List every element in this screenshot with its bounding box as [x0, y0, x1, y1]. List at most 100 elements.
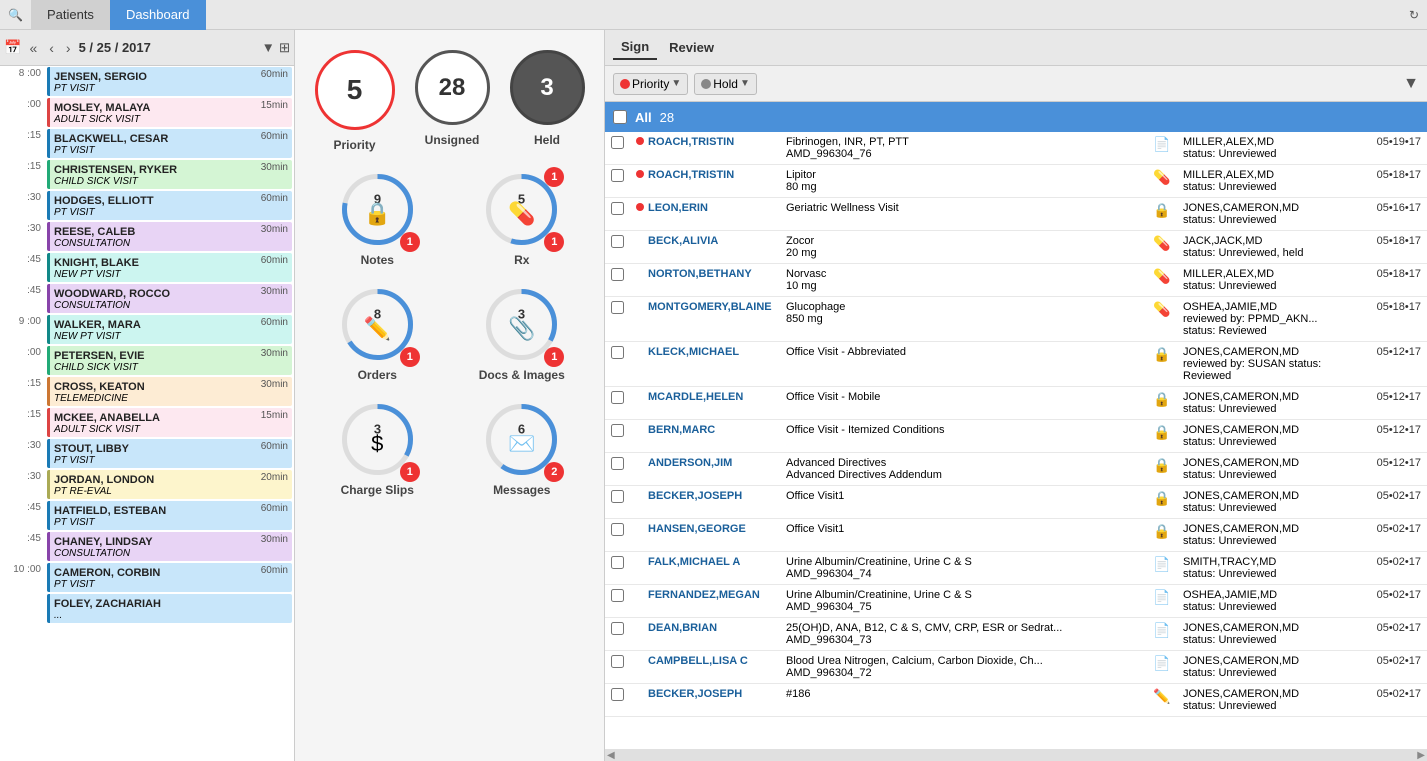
table-row[interactable]: MCARDLE,HELENOffice Visit - Mobile🔒JONES… — [605, 387, 1427, 420]
appointment-item[interactable]: CHANEY, LINDSAY30minCONSULTATION — [47, 532, 292, 561]
table-row[interactable]: MONTGOMERY,BLAINEGlucophage850 mg💊OSHEA,… — [605, 297, 1427, 342]
tab-dashboard[interactable]: Dashboard — [110, 0, 206, 30]
patient-name[interactable]: CAMPBELL,LISA C — [648, 655, 748, 667]
row-checkbox[interactable] — [611, 169, 624, 182]
patient-name[interactable]: MCARDLE,HELEN — [648, 391, 743, 403]
circle-item-orders[interactable]: 8 ✏️ 1Orders — [315, 287, 440, 382]
table-row[interactable]: LEON,ERINGeriatric Wellness Visit🔒JONES,… — [605, 198, 1427, 231]
appointment-item[interactable]: WOODWARD, ROCCO30minCONSULTATION — [47, 284, 292, 313]
table-row[interactable]: ANDERSON,JIMAdvanced DirectivesAdvanced … — [605, 453, 1427, 486]
schedule-grid-button[interactable]: ⊞ — [279, 40, 290, 56]
appointment-item[interactable]: CROSS, KEATON30minTELEMEDICINE — [47, 377, 292, 406]
row-checkbox[interactable] — [611, 490, 624, 503]
appointment-item[interactable]: MOSLEY, MALAYA15minADULT SICK VISIT — [47, 98, 292, 127]
table-row[interactable]: NORTON,BETHANYNorvasc10 mg💊MILLER,ALEX,M… — [605, 264, 1427, 297]
held-circle[interactable]: 3 — [510, 50, 585, 125]
patient-name[interactable]: ROACH,TRISTIN — [648, 136, 734, 148]
patient-name[interactable]: KLECK,MICHAEL — [648, 346, 739, 358]
table-row[interactable]: ROACH,TRISTINFibrinogen, INR, PT, PTTAMD… — [605, 132, 1427, 165]
appointment-item[interactable]: MCKEE, ANABELLA15minADULT SICK VISIT — [47, 408, 292, 437]
unsigned-circle[interactable]: 28 — [415, 50, 490, 125]
priority-circle[interactable]: 5 — [315, 50, 395, 130]
patient-name[interactable]: BECK,ALIVIA — [648, 235, 718, 247]
appointment-item[interactable]: JENSEN, SERGIO60minPT VISIT — [47, 67, 292, 96]
row-checkbox[interactable] — [611, 622, 624, 635]
review-button[interactable]: Review — [661, 36, 722, 59]
provider-name: JONES,CAMERON,MD — [1183, 202, 1351, 214]
appointment-item[interactable]: STOUT, LIBBY60minPT VISIT — [47, 439, 292, 468]
table-row[interactable]: BERN,MARCOffice Visit - Itemized Conditi… — [605, 420, 1427, 453]
row-checkbox[interactable] — [611, 136, 624, 149]
circle-item-charge[interactable]: 3 $ 1Charge Slips — [315, 402, 440, 497]
row-checkbox[interactable] — [611, 655, 624, 668]
circle-item-notes[interactable]: 9 🔒 1Notes — [315, 172, 440, 267]
row-checkbox[interactable] — [611, 268, 624, 281]
table-row[interactable]: ROACH,TRISTINLipitor80 mg💊MILLER,ALEX,MD… — [605, 165, 1427, 198]
nav-next-button[interactable]: › — [62, 38, 75, 58]
patient-name[interactable]: HANSEN,GEORGE — [648, 523, 746, 535]
patient-name[interactable]: BERN,MARC — [648, 424, 715, 436]
circle-item-docs[interactable]: 3 📎 1Docs & Images — [460, 287, 585, 382]
appointment-item[interactable]: BLACKWELL, CESAR60minPT VISIT — [47, 129, 292, 158]
select-all-checkbox[interactable] — [613, 110, 627, 124]
scroll-x-right-button[interactable]: ▶ — [1417, 750, 1425, 761]
right-filter-button[interactable]: ▼ — [1403, 75, 1419, 93]
patient-name[interactable]: MONTGOMERY,BLAINE — [648, 301, 772, 313]
row-checkbox[interactable] — [611, 202, 624, 215]
sign-button[interactable]: Sign — [613, 35, 657, 60]
appointment-item[interactable]: REESE, CALEB30minCONSULTATION — [47, 222, 292, 251]
table-row[interactable]: CAMPBELL,LISA CBlood Urea Nitrogen, Calc… — [605, 651, 1427, 684]
row-checkbox[interactable] — [611, 556, 624, 569]
table-row[interactable]: DEAN,BRIAN25(OH)D, ANA, B12, C & S, CMV,… — [605, 618, 1427, 651]
refresh-icon[interactable]: ↻ — [1409, 8, 1419, 22]
patient-name[interactable]: BECKER,JOSEPH — [648, 688, 742, 700]
schedule-filter-button[interactable]: ▼ — [262, 40, 275, 55]
table-row[interactable]: BECKER,JOSEPH#186✏️JONES,CAMERON,MDstatu… — [605, 684, 1427, 717]
nav-prev-button[interactable]: ‹ — [45, 38, 58, 58]
patient-name[interactable]: BECKER,JOSEPH — [648, 490, 742, 502]
appointment-item[interactable]: FOLEY, ZACHARIAH... — [47, 594, 292, 623]
calendar-icon[interactable]: 📅 — [4, 39, 21, 56]
row-checkbox[interactable] — [611, 688, 624, 701]
table-row[interactable]: FALK,MICHAEL AUrine Albumin/Creatinine, … — [605, 552, 1427, 585]
appointment-item[interactable]: KNIGHT, BLAKE60minNEW PT VISIT — [47, 253, 292, 282]
patient-name[interactable]: LEON,ERIN — [648, 202, 708, 214]
search-button[interactable]: 🔍 — [0, 8, 31, 22]
appointment-item[interactable]: PETERSEN, EVIE30minCHILD SICK VISIT — [47, 346, 292, 375]
scroll-x-bar[interactable]: ◀ ▶ — [605, 749, 1427, 761]
patient-name[interactable]: NORTON,BETHANY — [648, 268, 752, 280]
hold-dropdown[interactable]: Hold ▼ — [694, 73, 757, 95]
appointment-item[interactable]: CAMERON, CORBIN60minPT VISIT — [47, 563, 292, 592]
row-checkbox[interactable] — [611, 391, 624, 404]
appointment-item[interactable]: JORDAN, LONDON20minPT RE-EVAL — [47, 470, 292, 499]
appointment-item[interactable]: WALKER, MARA60minNEW PT VISIT — [47, 315, 292, 344]
row-checkbox[interactable] — [611, 523, 624, 536]
schedule-list[interactable]: 8 :00JENSEN, SERGIO60minPT VISIT:00MOSLE… — [0, 66, 294, 761]
row-checkbox[interactable] — [611, 346, 624, 359]
patient-name-cell: HANSEN,GEORGE — [630, 519, 780, 552]
appointment-item[interactable]: HATFIELD, ESTEBAN60minPT VISIT — [47, 501, 292, 530]
row-checkbox[interactable] — [611, 301, 624, 314]
row-checkbox[interactable] — [611, 235, 624, 248]
row-checkbox[interactable] — [611, 589, 624, 602]
row-checkbox[interactable] — [611, 424, 624, 437]
row-checkbox[interactable] — [611, 457, 624, 470]
appointment-item[interactable]: HODGES, ELLIOTT60minPT VISIT — [47, 191, 292, 220]
appointment-item[interactable]: CHRISTENSEN, RYKER30minCHILD SICK VISIT — [47, 160, 292, 189]
table-row[interactable]: BECKER,JOSEPHOffice Visit1🔒JONES,CAMERON… — [605, 486, 1427, 519]
table-row[interactable]: HANSEN,GEORGEOffice Visit1🔒JONES,CAMERON… — [605, 519, 1427, 552]
scroll-x-left-button[interactable]: ◀ — [607, 750, 615, 761]
patient-name[interactable]: FERNANDEZ,MEGAN — [648, 589, 760, 601]
table-row[interactable]: BECK,ALIVIAZocor20 mg💊JACK,JACK,MDstatus… — [605, 231, 1427, 264]
circle-item-rx[interactable]: 5 💊 11Rx — [460, 172, 585, 267]
priority-dropdown[interactable]: Priority ▼ — [613, 73, 688, 95]
table-row[interactable]: KLECK,MICHAELOffice Visit - Abbreviated🔒… — [605, 342, 1427, 387]
circle-item-messages[interactable]: 6 ✉️ 2Messages — [460, 402, 585, 497]
nav-prev2-button[interactable]: « — [25, 38, 41, 58]
table-row[interactable]: FERNANDEZ,MEGANUrine Albumin/Creatinine,… — [605, 585, 1427, 618]
patient-name[interactable]: ANDERSON,JIM — [648, 457, 732, 469]
patient-name[interactable]: FALK,MICHAEL A — [648, 556, 740, 568]
patient-name[interactable]: ROACH,TRISTIN — [648, 169, 734, 181]
tab-patients[interactable]: Patients — [31, 0, 110, 30]
patient-name[interactable]: DEAN,BRIAN — [648, 622, 717, 634]
